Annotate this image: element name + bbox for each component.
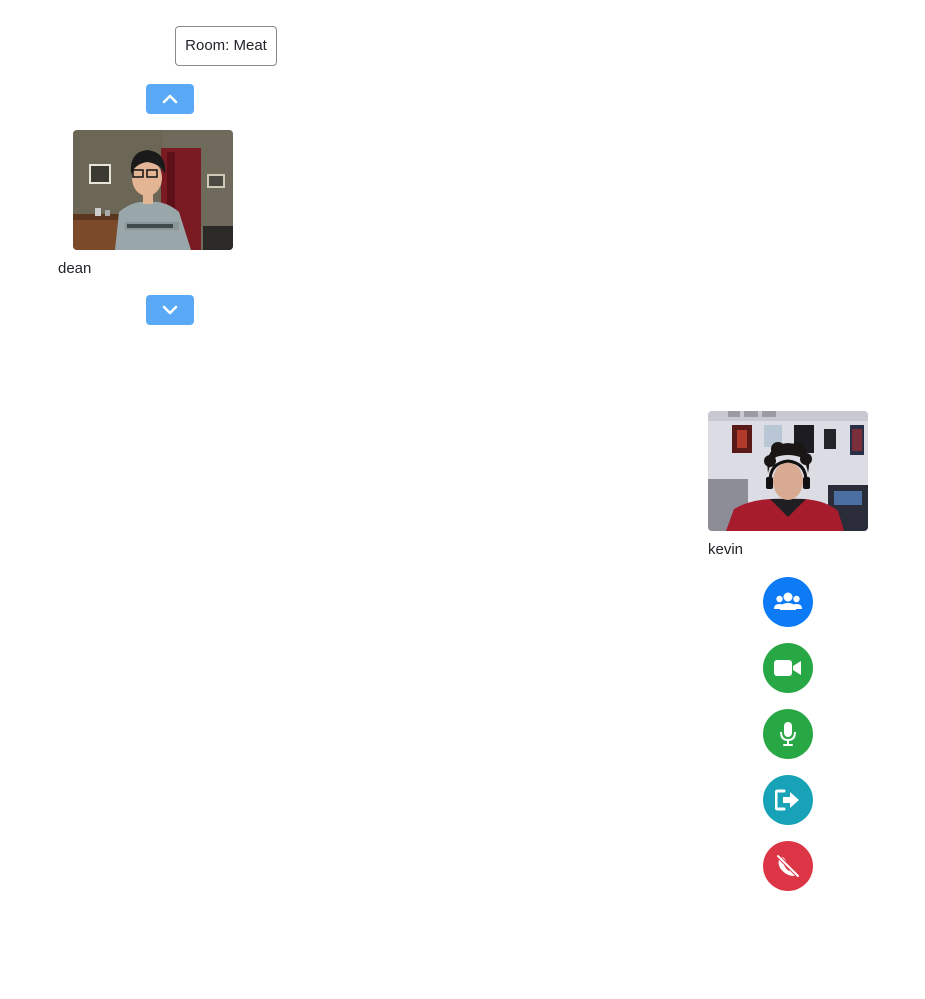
participant-video-kevin — [708, 411, 868, 531]
microphone-toggle-button[interactable] — [763, 709, 813, 759]
scroll-down-button[interactable] — [146, 295, 194, 325]
microphone-icon — [780, 722, 796, 746]
video-camera-icon — [774, 660, 801, 676]
hang-up-button[interactable] — [763, 841, 813, 891]
phone-slash-icon — [775, 853, 801, 879]
leave-room-button[interactable] — [763, 775, 813, 825]
sign-out-icon — [775, 789, 799, 811]
video-toggle-button[interactable] — [763, 643, 813, 693]
participant-name-kevin: kevin — [708, 541, 744, 558]
participants-button[interactable] — [763, 577, 813, 627]
scroll-up-button[interactable] — [146, 84, 194, 114]
users-icon — [774, 592, 802, 610]
chevron-down-icon — [162, 305, 178, 315]
chevron-up-icon — [162, 94, 178, 104]
participant-video-dean — [73, 130, 233, 250]
room-name-label: Room: Meat — [175, 26, 277, 66]
participant-name-dean: dean — [58, 260, 92, 277]
